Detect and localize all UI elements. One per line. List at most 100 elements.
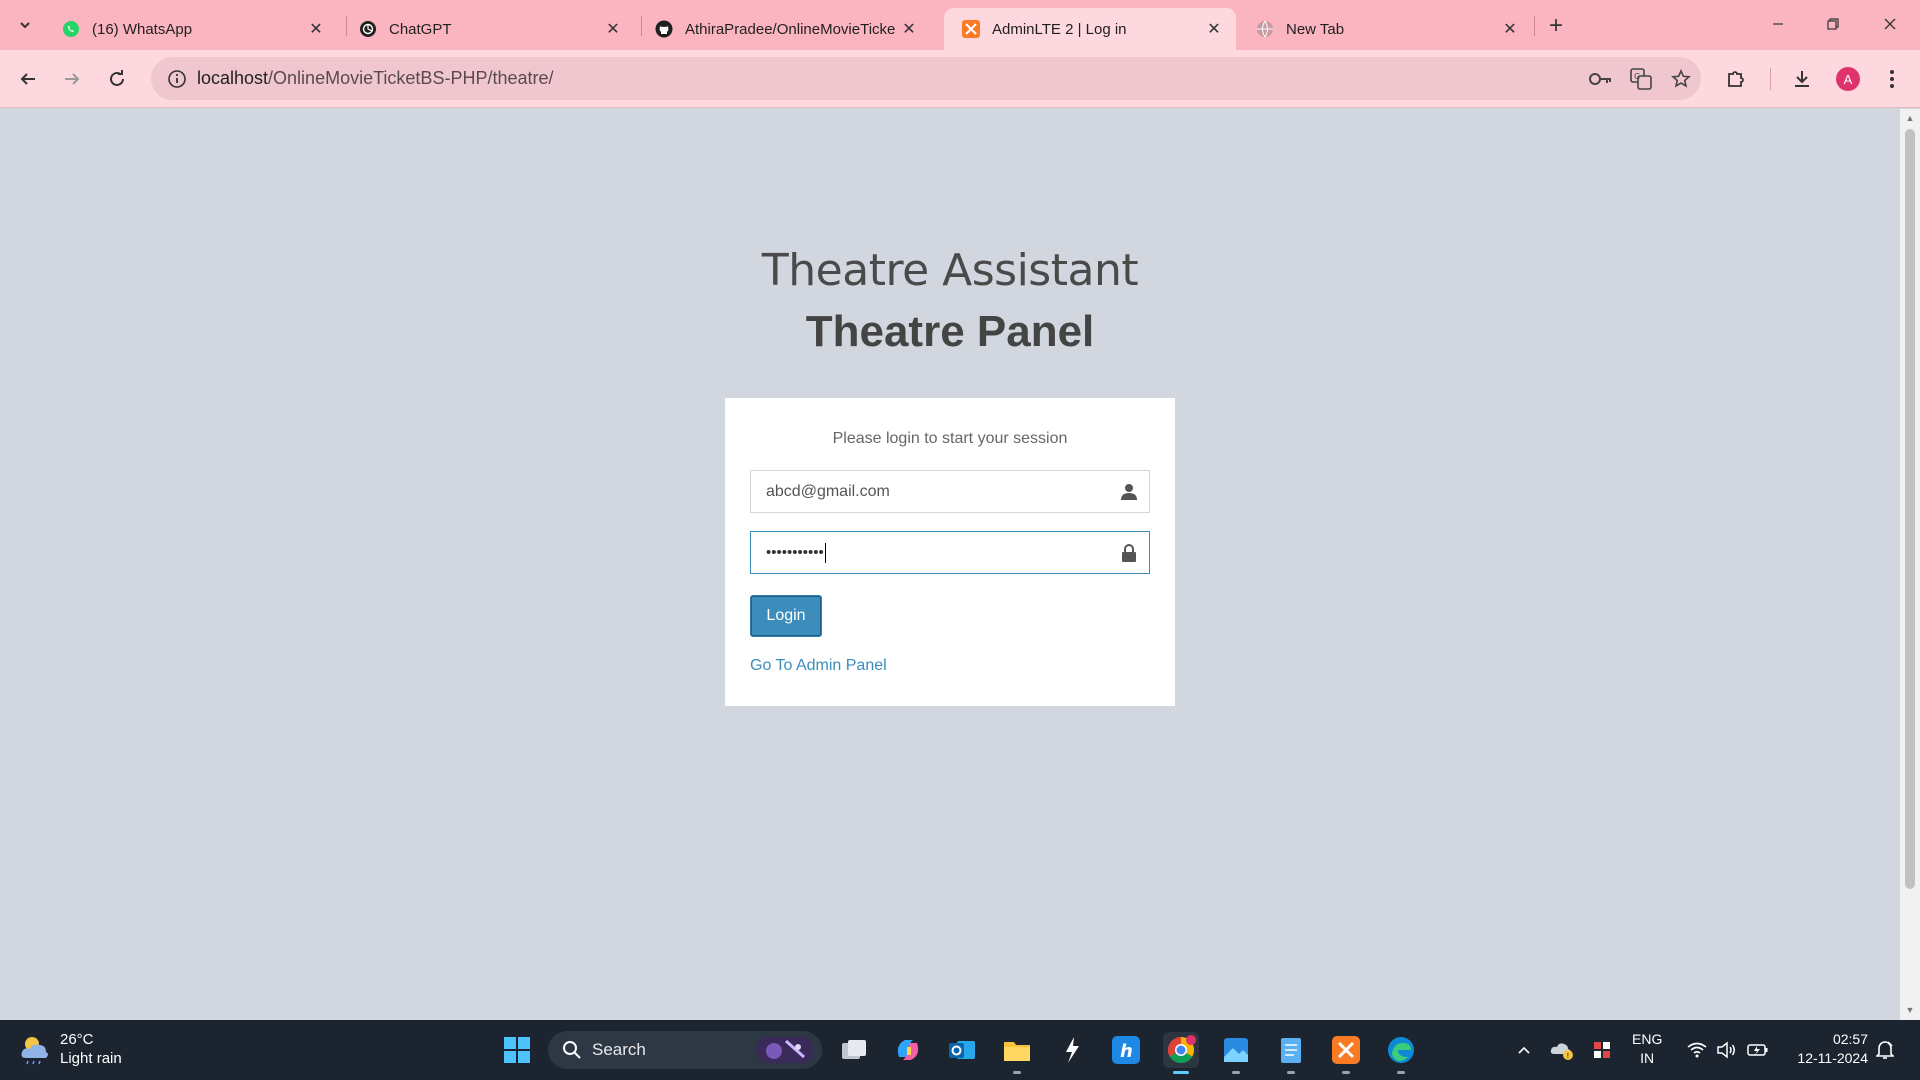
battery-charging-icon [1747,1044,1768,1056]
browser-tab-strip: (16) WhatsApp ✕ ChatGPT ✕ AthiraPradee/O… [0,0,1920,50]
running-indicator [1232,1071,1240,1074]
github-icon [655,20,673,38]
back-button[interactable] [12,63,44,95]
copilot-app[interactable] [890,1032,926,1068]
download-icon [1795,71,1809,87]
battery-tray[interactable] [1744,1038,1772,1062]
scroll-up-icon[interactable]: ▲ [1905,113,1915,123]
go-to-admin-panel-link[interactable]: Go To Admin Panel [750,657,887,675]
outlook-app[interactable] [944,1032,980,1068]
minimize-button[interactable] [1758,8,1798,40]
browser-menu-button[interactable] [1876,63,1908,95]
windows-logo-icon [504,1037,530,1063]
h-app[interactable]: h [1108,1032,1144,1068]
login-box-message: Please login to start your session [832,430,1068,447]
extensions-button[interactable] [1720,63,1752,95]
url-text[interactable]: localhost/OnlineMovieTicketBS-PHP/theatr… [197,68,1581,89]
tab-adminlte-login[interactable]: AdminLTE 2 | Log in ✕ [944,8,1236,50]
login-button[interactable]: Login [750,595,822,637]
clock-date: 12-11-2024 [1797,1050,1868,1066]
running-indicator [1397,1071,1405,1074]
password-mask: ••••••••••• [766,543,824,561]
restore-button[interactable] [1813,8,1853,40]
volume-tray[interactable] [1714,1038,1740,1062]
close-tab-icon[interactable]: ✕ [897,17,921,41]
tab-github[interactable]: AthiraPradee/OnlineMovieTicke ✕ [637,8,931,50]
taskbar-search[interactable]: Search [548,1031,822,1069]
close-window-button[interactable] [1870,8,1910,40]
reload-icon [110,70,124,86]
show-hidden-icons-button[interactable] [1512,1038,1536,1062]
task-view-icon [842,1040,866,1059]
tab-new-tab[interactable]: New Tab ✕ [1238,8,1532,50]
forward-button[interactable] [56,63,88,95]
email-value: abcd@gmail.com [766,482,890,500]
kebab-menu-icon [1890,70,1894,88]
speaker-icon [1717,1041,1735,1059]
tab-title: AdminLTE 2 | Log in [992,20,1127,38]
page-content: Theatre Assistant Theatre Panel Please l… [0,109,1900,1020]
xampp-icon [962,20,980,38]
xampp-app[interactable] [1328,1032,1364,1074]
language-indicator[interactable]: ENG IN [1632,1030,1662,1068]
search-highlight-image-icon [756,1037,814,1063]
running-indicator [1013,1071,1021,1074]
text-caret [824,542,826,563]
h-letter-icon: h [1112,1036,1140,1064]
tab-whatsapp[interactable]: (16) WhatsApp ✕ [44,8,338,50]
notepad-app[interactable] [1273,1032,1309,1074]
cloud-warning-icon: ! [1550,1043,1573,1060]
folder-icon [1004,1042,1030,1061]
close-tab-icon[interactable]: ✕ [1202,17,1226,41]
tab-search-button[interactable] [10,11,40,39]
user-icon [1109,472,1149,512]
bookmark-star-icon[interactable] [1661,59,1701,99]
lightning-icon [1066,1037,1079,1063]
close-tab-icon[interactable]: ✕ [304,17,328,41]
svg-text:G: G [1634,72,1640,81]
downloads-button[interactable] [1786,63,1818,95]
email-field[interactable]: abcd@gmail.com [750,470,1150,513]
profile-button[interactable]: A [1832,63,1864,95]
new-tab-button[interactable]: + [1542,12,1570,40]
weather-temperature: 26°C [60,1031,94,1048]
reload-button[interactable] [101,63,133,95]
app-tray-icon[interactable] [1588,1038,1616,1062]
notepad-icon [1281,1038,1301,1063]
tab-title: AthiraPradee/OnlineMovieTicke [685,20,896,38]
file-explorer-app[interactable] [999,1032,1035,1074]
restore-icon [1827,18,1839,30]
task-view-button[interactable] [836,1032,872,1068]
outlook-icon [949,1041,975,1059]
tab-chatgpt[interactable]: ChatGPT ✕ [341,8,635,50]
browser-toolbar: localhost/OnlineMovieTicketBS-PHP/theatr… [0,50,1920,108]
tab-divider [1534,16,1535,36]
chrome-icon [1167,1035,1196,1064]
swiftkey-app[interactable] [1054,1032,1090,1068]
close-tab-icon[interactable]: ✕ [601,17,625,41]
minimize-icon [1773,23,1783,25]
wifi-icon [1687,1042,1707,1058]
arrow-right-icon [65,73,80,85]
photos-app[interactable] [1218,1032,1254,1074]
onedrive-warning-tray[interactable]: ! [1548,1038,1576,1062]
edge-app[interactable] [1383,1032,1419,1074]
weather-cloud-rain-icon [21,1037,48,1065]
weather-widget[interactable]: 26°C Light rain [18,1030,122,1068]
system-clock[interactable]: 02:57 12-11-2024 [1780,1030,1868,1068]
site-info-icon[interactable] [157,69,197,89]
translate-icon[interactable]: G [1621,59,1661,99]
chrome-app[interactable] [1163,1032,1199,1074]
wifi-tray[interactable] [1684,1038,1710,1062]
password-key-icon[interactable] [1581,59,1621,99]
page-scrollbar[interactable]: ▲ ▼ [1900,109,1920,1020]
start-button[interactable] [499,1032,535,1068]
chevron-down-icon [20,22,30,29]
notifications-button[interactable] [1872,1038,1898,1062]
password-field[interactable]: ••••••••••• [750,531,1150,574]
address-bar[interactable]: localhost/OnlineMovieTicketBS-PHP/theatr… [151,57,1701,100]
close-tab-icon[interactable]: ✕ [1498,17,1522,41]
close-icon [1884,18,1896,30]
scroll-down-icon[interactable]: ▼ [1905,1005,1915,1015]
scrollbar-thumb[interactable] [1905,129,1915,889]
